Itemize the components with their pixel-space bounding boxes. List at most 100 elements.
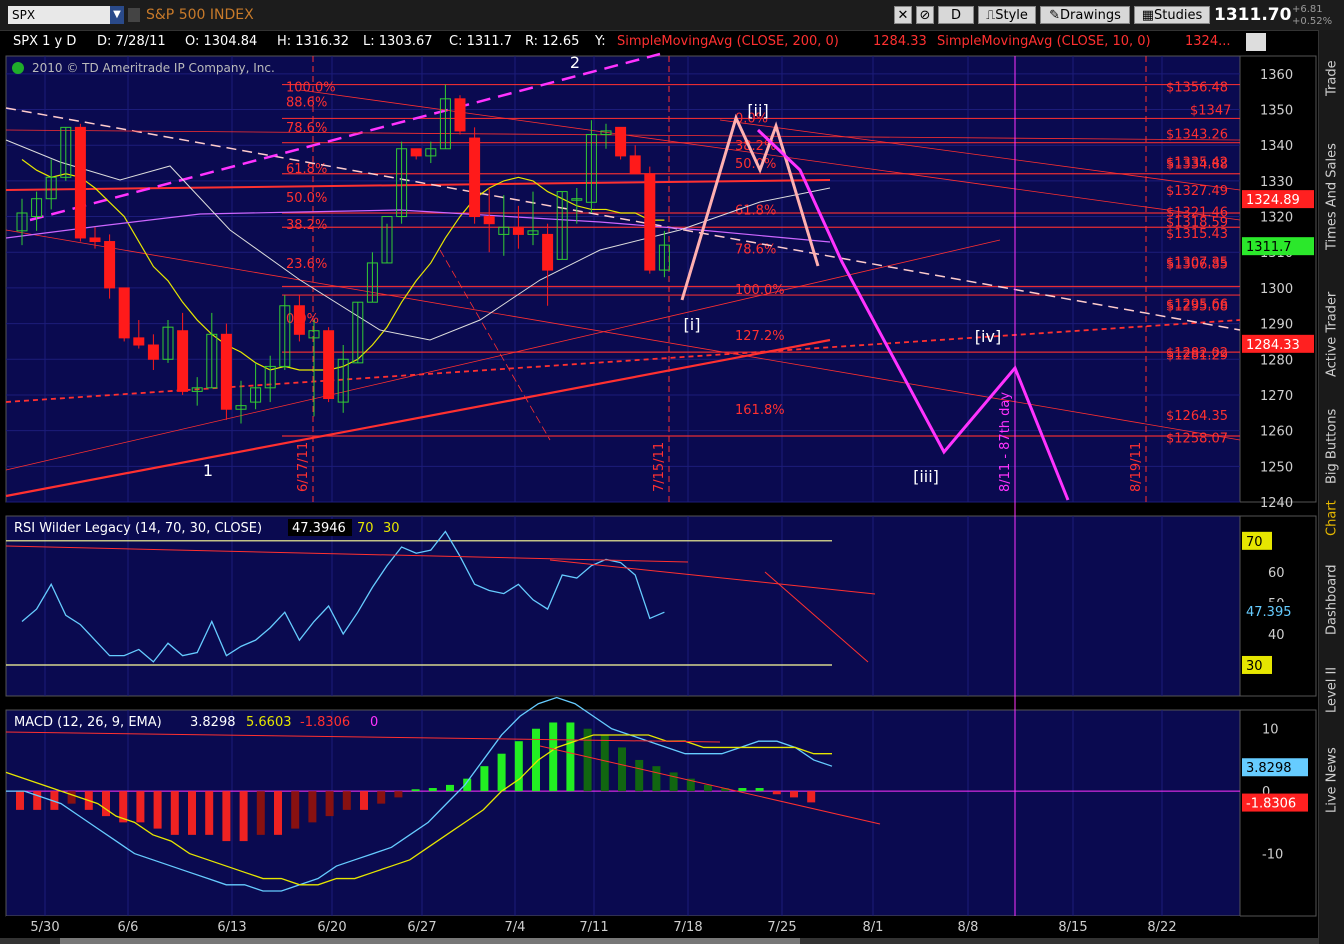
zoom-icon[interactable]: ⊘ bbox=[916, 6, 934, 24]
price-change: +6.81 bbox=[1292, 4, 1323, 15]
fib-label: 23.6% bbox=[286, 257, 327, 272]
macd-hist-bar bbox=[360, 791, 368, 810]
macd-hist-bar bbox=[704, 784, 712, 792]
macd-hist-bar bbox=[807, 791, 816, 803]
price-level-label: $1306.85 bbox=[1166, 257, 1228, 272]
last-price: 1311.70 bbox=[1214, 5, 1292, 25]
y-tick-label: 1270 bbox=[1260, 389, 1293, 404]
x-tick-label: 7/25 bbox=[767, 920, 796, 935]
candle bbox=[615, 126, 627, 160]
tab-level-ii[interactable]: Level II bbox=[1321, 652, 1343, 728]
x-tick-label: 6/13 bbox=[217, 920, 246, 935]
tab-dashboard[interactable]: Dashboard bbox=[1321, 552, 1343, 648]
price-level-label: $1315.43 bbox=[1166, 227, 1228, 242]
date-marker-label: 8/11 - 87th day bbox=[998, 392, 1013, 492]
macd-hist-bar bbox=[308, 791, 317, 823]
y-tick-label: 1260 bbox=[1260, 425, 1293, 440]
copyright-text: 2010 © TD Ameritrade IP Company, Inc. bbox=[32, 61, 275, 75]
y-tick-label: 1320 bbox=[1260, 211, 1293, 226]
date-marker-label: 6/17/11 bbox=[296, 442, 311, 492]
symbol-input[interactable]: SPX bbox=[8, 6, 112, 24]
macd-hist-bar bbox=[239, 791, 248, 842]
style-label: Style bbox=[995, 8, 1028, 23]
rsi-band-flag-label: 30 bbox=[1246, 659, 1263, 674]
tab-active-trader[interactable]: Active Trader bbox=[1321, 276, 1343, 392]
macd-hist-bar bbox=[411, 789, 420, 792]
candle-body bbox=[118, 287, 130, 339]
tab-big-buttons[interactable]: Big Buttons bbox=[1321, 396, 1343, 496]
tab-trade[interactable]: Trade bbox=[1321, 36, 1343, 120]
price-level-label: $1327.49 bbox=[1166, 184, 1228, 199]
x-tick-label: 8/1 bbox=[863, 920, 884, 935]
drawings-label: Drawings bbox=[1060, 8, 1121, 23]
style-icon: ⎍ bbox=[986, 8, 996, 23]
y-tick-label: 1360 bbox=[1260, 68, 1293, 83]
candle-body bbox=[454, 98, 466, 132]
fib-label: 50.0% bbox=[286, 191, 327, 206]
x-tick-label: 8/8 bbox=[958, 920, 979, 935]
fib-label: 100.0% bbox=[286, 80, 336, 95]
candle bbox=[469, 127, 481, 224]
price-level-label: $1281.29 bbox=[1166, 349, 1228, 364]
macd-hist-bar bbox=[772, 791, 781, 795]
wave-label-1: 2 bbox=[570, 53, 580, 72]
macd-hist-bar bbox=[205, 791, 214, 835]
period-button[interactable]: D bbox=[938, 6, 974, 24]
x-tick-label: 6/20 bbox=[317, 920, 346, 935]
candle-body bbox=[542, 233, 554, 271]
plot-panel-1 bbox=[5, 55, 1241, 503]
x-tick-label: 7/18 bbox=[673, 920, 702, 935]
candle-body bbox=[177, 330, 189, 392]
x-tick-label: 6/6 bbox=[118, 920, 139, 935]
price-level-label: $1258.07 bbox=[1166, 432, 1228, 447]
macd-hist-bar bbox=[428, 788, 437, 792]
macd-hist-bar bbox=[738, 788, 747, 792]
macd-hist-bar bbox=[170, 791, 179, 835]
style-button[interactable]: ⎍Style bbox=[978, 6, 1036, 24]
price-flag-label: 1284.33 bbox=[1246, 338, 1300, 353]
candle bbox=[454, 95, 466, 135]
macd-hist-bar bbox=[514, 741, 523, 792]
rsi-title: RSI Wilder Legacy (14, 70, 30, CLOSE) bbox=[14, 521, 262, 536]
rsi-band-flag-label: 70 bbox=[1246, 535, 1263, 550]
candle-body bbox=[483, 216, 495, 225]
price-flag-label: 1311.7 bbox=[1246, 240, 1292, 255]
candle-body bbox=[644, 173, 656, 271]
fib-label: 78.6% bbox=[286, 121, 327, 136]
x-tick-label: 6/27 bbox=[407, 920, 436, 935]
symbol-menu-icon[interactable] bbox=[128, 8, 140, 22]
macd-signal-value: 5.6603 bbox=[246, 715, 292, 730]
price-level-label: $1356.48 bbox=[1166, 80, 1228, 95]
studies-button[interactable]: ▦Studies bbox=[1134, 6, 1210, 24]
macd-hist-bar bbox=[618, 747, 626, 792]
macd-title: MACD (12, 26, 9, EMA) bbox=[14, 715, 162, 730]
tab-times-and-sales[interactable]: Times And Sales bbox=[1321, 122, 1343, 272]
candle-body bbox=[293, 305, 305, 335]
pencil-icon: ✎ bbox=[1049, 8, 1061, 23]
y-tick-label: 1240 bbox=[1260, 496, 1293, 511]
candle-body bbox=[133, 337, 145, 346]
y-tick-label: 1350 bbox=[1260, 104, 1293, 119]
x-tick-label: 7/4 bbox=[505, 920, 526, 935]
thinkorswim-window: SPX ▼ S&P 500 INDEX ✕ ⊘ D ⎍Style ✎Drawin… bbox=[0, 0, 1344, 944]
drawings-button[interactable]: ✎Drawings bbox=[1040, 6, 1130, 24]
y-tick-label: 1250 bbox=[1260, 460, 1293, 475]
candle-body bbox=[615, 126, 627, 157]
x-tick-label: 7/11 bbox=[579, 920, 608, 935]
macd-hist-bar bbox=[377, 791, 386, 804]
candle-body bbox=[629, 155, 641, 175]
candle-body bbox=[469, 137, 481, 218]
rsi-ob-label: 70 bbox=[357, 521, 374, 536]
crosshair-icon[interactable]: ✕ bbox=[894, 6, 912, 24]
macd-hist-bar bbox=[497, 753, 506, 792]
rsi-current-value: 47.3946 bbox=[292, 521, 346, 536]
macd-flag-label: -1.8306 bbox=[1246, 797, 1296, 812]
tab-live-news[interactable]: Live News bbox=[1321, 732, 1343, 828]
tab-chart[interactable]: Chart bbox=[1321, 498, 1343, 538]
symbol-dropdown-icon[interactable]: ▼ bbox=[110, 6, 124, 24]
y-tick-label: 1280 bbox=[1260, 353, 1293, 368]
price-level-label: $1264.35 bbox=[1166, 409, 1228, 424]
macd-hist-bar bbox=[222, 791, 231, 842]
studies-label: Studies bbox=[1154, 8, 1203, 23]
fib-label: 88.6% bbox=[286, 95, 327, 110]
